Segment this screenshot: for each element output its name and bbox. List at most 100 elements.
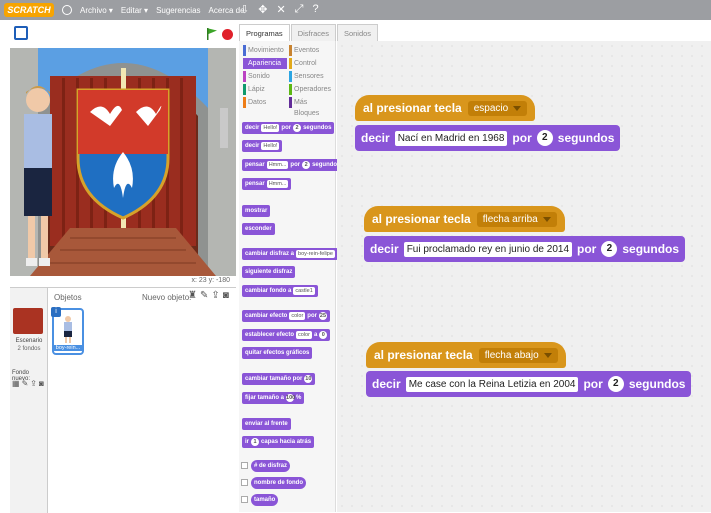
reporter-checkbox[interactable] bbox=[241, 496, 248, 503]
block-dropdown[interactable]: color bbox=[296, 331, 312, 339]
block-number-input[interactable]: 10 bbox=[304, 375, 313, 383]
key-dropdown[interactable]: flecha arriba bbox=[476, 211, 557, 227]
block-number-input[interactable]: 0 bbox=[319, 331, 328, 339]
key-dropdown[interactable]: flecha abajo bbox=[478, 347, 558, 363]
menu-archivo[interactable]: Archivo ▾ bbox=[80, 6, 113, 15]
sprite-paint-icon[interactable]: ✎ bbox=[200, 290, 208, 301]
backdrop-camera-icon[interactable]: ◙ bbox=[39, 379, 44, 388]
backdrop-library-icon[interactable]: ▦ bbox=[12, 379, 20, 388]
say-text-input[interactable]: Nací en Madrid en 1968 bbox=[394, 130, 508, 146]
block-dropdown[interactable]: color bbox=[289, 312, 306, 320]
palette-block-say[interactable]: decir Hello! bbox=[242, 140, 283, 152]
duplicate-icon[interactable]: ⇩ bbox=[240, 3, 249, 16]
language-globe-icon[interactable] bbox=[62, 5, 72, 15]
when-key-pressed-block[interactable]: al presionar tecla flecha arriba bbox=[364, 206, 565, 232]
palette-block-show[interactable]: mostrar bbox=[242, 205, 271, 217]
green-flag-icon[interactable] bbox=[207, 28, 217, 40]
palette-block-go-back-layers[interactable]: ir 1 capas hacia atrás bbox=[242, 436, 315, 448]
block-number-input[interactable]: 2 bbox=[302, 161, 311, 169]
reporter-checkbox[interactable] bbox=[241, 479, 248, 486]
palette-block-switch-costume[interactable]: cambiar disfraz a boy-rein-felipe bbox=[242, 248, 338, 260]
castle-backdrop bbox=[10, 48, 236, 276]
block-input[interactable]: Hmm... bbox=[266, 161, 289, 169]
palette-block-set-effect[interactable]: establecer efecto color a 0 bbox=[242, 329, 331, 341]
category-control[interactable]: Control bbox=[289, 58, 333, 69]
category-operadores[interactable]: Operadores bbox=[289, 84, 333, 95]
category-eventos[interactable]: Eventos bbox=[289, 45, 333, 56]
palette-block-next-costume[interactable]: siguiente disfraz bbox=[242, 266, 296, 278]
move-icon[interactable]: ✥ bbox=[258, 3, 267, 16]
help-icon[interactable]: ? bbox=[312, 3, 318, 16]
palette-block-hide[interactable]: esconder bbox=[242, 223, 275, 235]
key-dropdown[interactable]: espacio bbox=[467, 100, 528, 116]
block-label: cambiar fondo a bbox=[245, 288, 292, 294]
palette-block-think[interactable]: pensar Hmm... bbox=[242, 178, 292, 190]
fullscreen-icon[interactable] bbox=[14, 26, 28, 40]
palette-block-change-size[interactable]: cambiar tamaño por 10 bbox=[242, 373, 316, 385]
block-dropdown[interactable]: castle1 bbox=[293, 287, 315, 295]
sprite-camera-icon[interactable]: ◙ bbox=[223, 290, 229, 301]
category-datos[interactable]: Datos bbox=[243, 97, 287, 108]
palette-block-set-size[interactable]: fijar tamaño a 100 % bbox=[242, 392, 305, 404]
tab-sonidos[interactable]: Sonidos bbox=[336, 24, 379, 41]
say-text-input[interactable]: Fui proclamado rey en junio de 2014 bbox=[403, 241, 573, 257]
sprite-library-icon[interactable]: ♜ bbox=[188, 290, 197, 301]
say-for-secs-block[interactable]: decir Nací en Madrid en 1968 por 2 segun… bbox=[355, 125, 621, 151]
backdrop-upload-icon[interactable]: ⇪ bbox=[30, 379, 37, 388]
tab-disfraces[interactable]: Disfraces bbox=[290, 24, 336, 41]
block-number-input[interactable]: 100 bbox=[286, 394, 295, 402]
when-key-pressed-block[interactable]: al presionar tecla flecha abajo bbox=[366, 342, 566, 368]
category-sonido[interactable]: Sonido bbox=[243, 71, 287, 82]
menu-editar[interactable]: Editar ▾ bbox=[121, 6, 148, 15]
seconds-input[interactable]: 2 bbox=[601, 241, 618, 257]
backdrop-paint-icon[interactable]: ✎ bbox=[22, 379, 29, 388]
palette-block-change-effect[interactable]: cambiar efecto color por 25 bbox=[242, 310, 330, 322]
say-for-secs-block[interactable]: decir Fui proclamado rey en junio de 201… bbox=[364, 236, 686, 262]
seconds-input[interactable]: 2 bbox=[536, 130, 553, 146]
category-mas-bloques[interactable]: Más Bloques bbox=[289, 97, 333, 117]
block-label: a bbox=[313, 332, 318, 338]
block-label: cambiar tamaño por bbox=[245, 376, 303, 382]
say-text-input[interactable]: Me case con la Reina Letizia en 2004 bbox=[405, 376, 579, 392]
say-for-secs-block[interactable]: decir Me case con la Reina Letizia en 20… bbox=[366, 371, 692, 397]
block-number-input[interactable]: 2 bbox=[293, 124, 302, 132]
delete-icon[interactable]: ✕ bbox=[276, 3, 285, 16]
palette-reporter-size[interactable]: tamaño bbox=[251, 494, 279, 506]
grow-icon[interactable]: ⤢ bbox=[295, 3, 304, 16]
palette-block-say-for-secs[interactable]: decir Hello! por 2 segundos bbox=[242, 122, 335, 134]
palette-block-switch-backdrop[interactable]: cambiar fondo a castle1 bbox=[242, 285, 318, 297]
sprite-thumbnail[interactable]: i boy-rein... bbox=[51, 307, 84, 355]
sprite-upload-icon[interactable]: ⇪ bbox=[211, 290, 219, 301]
category-movimiento[interactable]: Movimiento bbox=[243, 45, 287, 56]
reporter-checkbox[interactable] bbox=[241, 462, 248, 469]
block-label: decir bbox=[245, 125, 260, 131]
stage-canvas[interactable] bbox=[10, 48, 236, 276]
tab-programas[interactable]: Programas bbox=[239, 24, 290, 41]
block-input[interactable]: Hello! bbox=[261, 124, 280, 132]
block-label: decir bbox=[372, 377, 401, 391]
palette-block-go-to-front[interactable]: enviar al frente bbox=[242, 418, 291, 430]
block-label: por bbox=[307, 313, 317, 319]
palette-reporter-costume-number[interactable]: # de disfraz bbox=[251, 460, 291, 472]
stop-icon[interactable] bbox=[222, 29, 233, 40]
block-dropdown[interactable]: boy-rein-felipe bbox=[296, 250, 335, 258]
block-label: segundos bbox=[303, 125, 332, 131]
block-label: % bbox=[296, 395, 302, 401]
block-input[interactable]: Hello! bbox=[261, 142, 280, 150]
category-sensores[interactable]: Sensores bbox=[289, 71, 333, 82]
scratch-logo[interactable]: SCRATCH bbox=[4, 3, 54, 17]
category-lapiz[interactable]: Lápiz bbox=[243, 84, 287, 95]
seconds-input[interactable]: 2 bbox=[607, 376, 624, 392]
category-apariencia[interactable]: Apariencia bbox=[243, 58, 287, 69]
when-key-pressed-block[interactable]: al presionar tecla espacio bbox=[355, 95, 536, 121]
menu-sugerencias[interactable]: Sugerencias bbox=[156, 6, 200, 15]
stage-thumbnail[interactable] bbox=[13, 308, 43, 334]
block-label: segundos bbox=[628, 377, 686, 391]
palette-reporter-backdrop-name[interactable]: nombre de fondo bbox=[251, 477, 306, 489]
block-input[interactable]: Hmm... bbox=[266, 180, 289, 188]
block-number-input[interactable]: 25 bbox=[318, 312, 327, 320]
scripts-area[interactable]: al presionar tecla espacio decir Nací en… bbox=[337, 41, 711, 512]
palette-block-clear-effects[interactable]: quitar efectos gráficos bbox=[242, 347, 313, 359]
palette-block-think-for-secs[interactable]: pensar Hmm... por 2 segundos bbox=[242, 159, 344, 171]
block-number-input[interactable]: 1 bbox=[251, 438, 260, 446]
